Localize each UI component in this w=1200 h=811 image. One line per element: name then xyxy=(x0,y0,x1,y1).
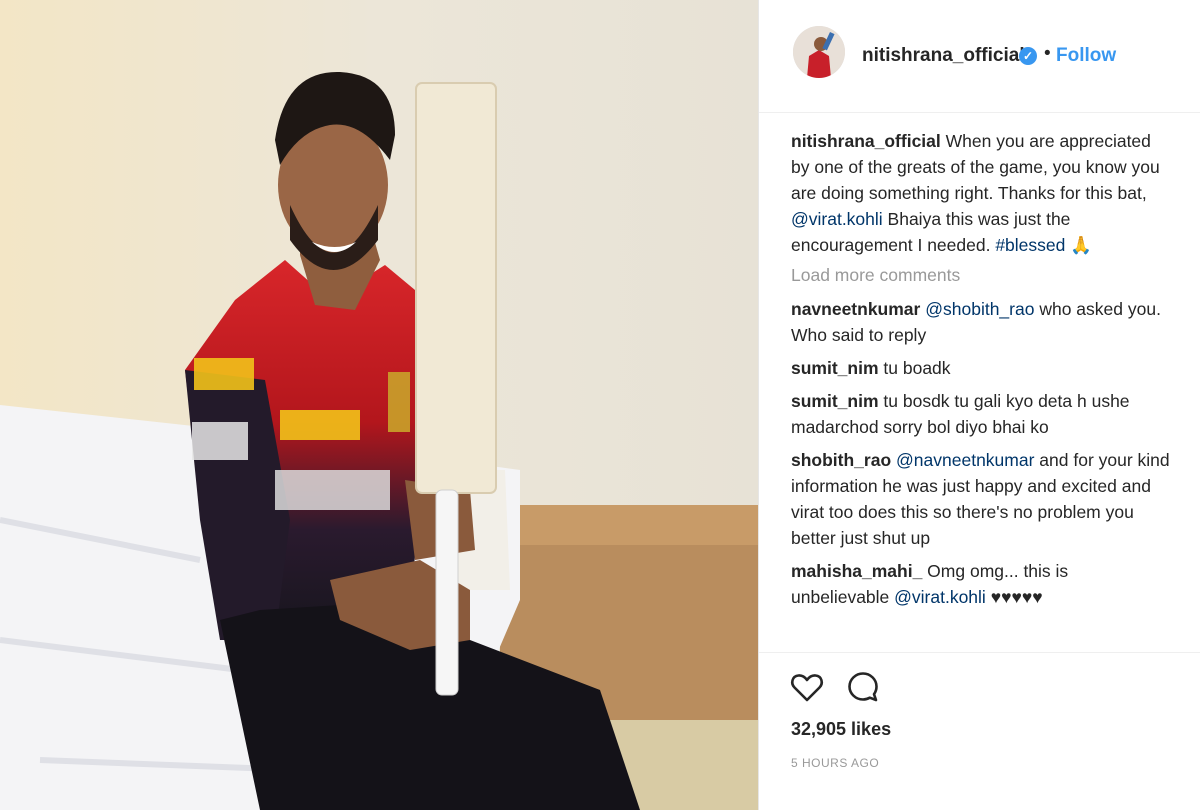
likes-count[interactable]: 32,905 likes xyxy=(791,719,891,740)
comment-icon[interactable] xyxy=(845,669,881,705)
comment-username[interactable]: sumit_nim xyxy=(791,391,879,411)
post-timestamp: 5 HOURS AGO xyxy=(791,756,880,770)
comment-username[interactable]: navneetnkumar xyxy=(791,299,920,319)
comment-item: navneetnkumar @shobith_rao who asked you… xyxy=(791,296,1171,348)
separator-dot: • xyxy=(1044,43,1051,64)
author-username[interactable]: nitishrana_official xyxy=(862,45,1025,67)
post-sidebar: nitishrana_official ✓ • Follow nitishran… xyxy=(758,0,1200,810)
comment-mention[interactable]: @virat.kohli xyxy=(894,587,986,607)
caption-mention[interactable]: @virat.kohli xyxy=(791,209,883,229)
heart-icon[interactable] xyxy=(789,669,825,705)
comment-mention[interactable]: @navneetnkumar xyxy=(896,450,1034,470)
caption-username[interactable]: nitishrana_official xyxy=(791,131,941,151)
post-header: nitishrana_official ✓ • Follow xyxy=(759,0,1200,113)
caption: nitishrana_official When you are appreci… xyxy=(791,128,1171,258)
photo-illustration xyxy=(0,0,758,810)
follow-button[interactable]: Follow xyxy=(1056,45,1116,67)
avatar-image xyxy=(793,26,845,78)
pray-emoji-icon: 🙏 xyxy=(1070,235,1093,255)
comment-text: tu boadk xyxy=(878,358,951,378)
comments-list: nitishrana_official When you are appreci… xyxy=(791,128,1171,610)
post-actions: 32,905 likes 5 HOURS AGO xyxy=(759,652,1200,811)
comment-username[interactable]: shobith_rao xyxy=(791,450,891,470)
comment-item: mahisha_mahi_ Omg omg... this is unbelie… xyxy=(791,558,1171,610)
comment-item: sumit_nim tu boadk xyxy=(791,355,1171,381)
comment-mention[interactable]: @shobith_rao xyxy=(925,299,1034,319)
verified-badge-icon: ✓ xyxy=(1019,47,1037,65)
caption-hashtag[interactable]: #blessed xyxy=(995,235,1065,255)
comment-item: sumit_nim tu bosdk tu gali kyo deta h us… xyxy=(791,388,1171,440)
load-more-comments-link[interactable]: Load more comments xyxy=(791,262,1171,288)
comment-username[interactable]: mahisha_mahi_ xyxy=(791,561,922,581)
post-photo[interactable] xyxy=(0,0,758,810)
comment-item: shobith_rao @navneetnkumar and for your … xyxy=(791,447,1171,551)
avatar[interactable] xyxy=(793,26,845,78)
comment-username[interactable]: sumit_nim xyxy=(791,358,879,378)
hearts-text: ♥♥♥♥♥ xyxy=(985,587,1043,607)
